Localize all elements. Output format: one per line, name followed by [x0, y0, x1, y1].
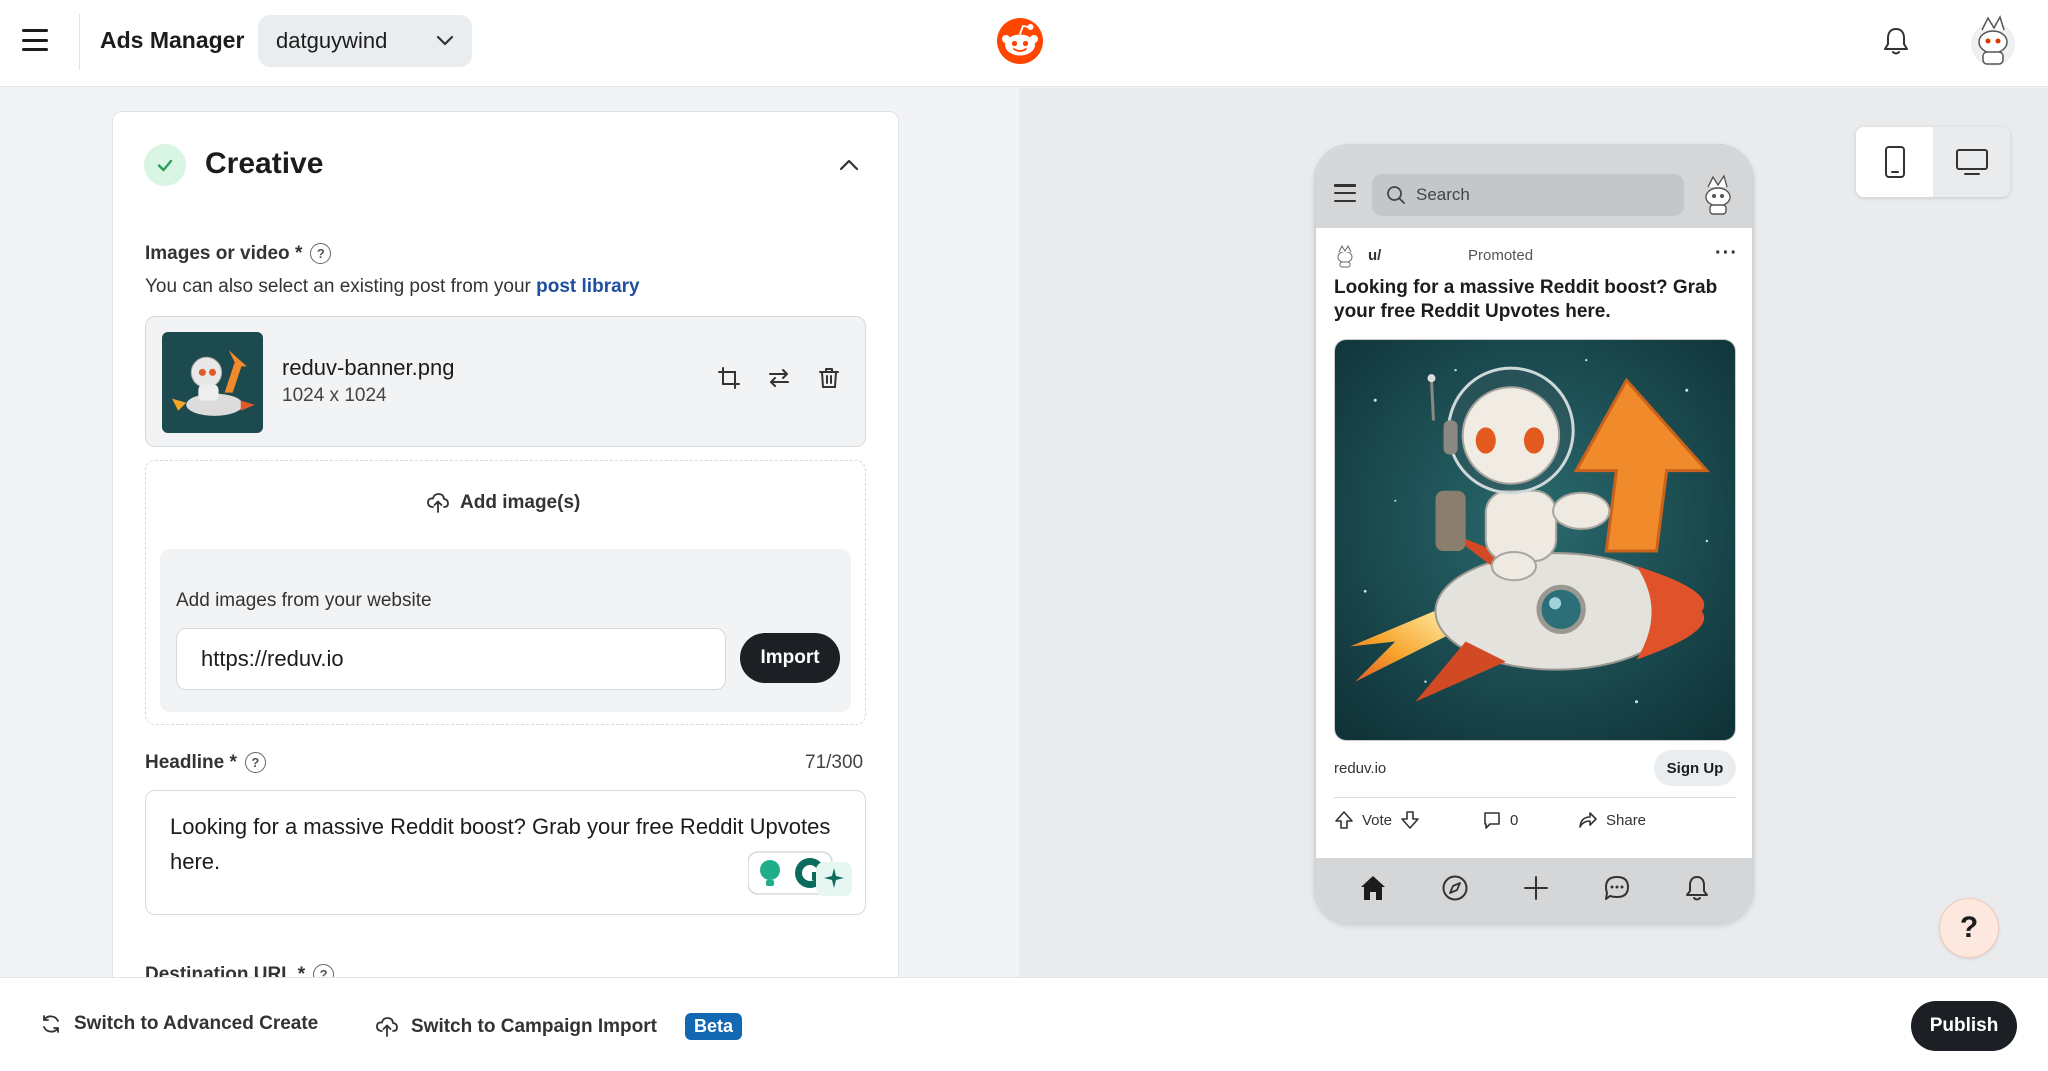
divider — [79, 14, 80, 70]
promoted-label: Promoted — [1468, 247, 1534, 264]
desktop-preview-icon[interactable] — [1933, 127, 2010, 197]
chevron-up-icon[interactable] — [836, 152, 862, 183]
avatar — [1698, 172, 1738, 216]
vote-control[interactable]: Vote — [1334, 810, 1420, 830]
post-library-link[interactable]: post library — [536, 276, 639, 297]
post-domain: reduv.io — [1334, 760, 1387, 777]
help-icon[interactable]: ? — [310, 243, 332, 265]
add-images-zone: Add image(s) Add images from your websit… — [145, 460, 866, 725]
help-icon[interactable]: ? — [244, 752, 266, 774]
menu-icon[interactable] — [22, 29, 48, 51]
more-options-icon[interactable]: ··· — [1715, 242, 1738, 265]
publish-button[interactable]: Publish — [1911, 1001, 2017, 1051]
post-user: u/ — [1368, 247, 1382, 264]
user-avatar — [1334, 244, 1356, 268]
bell-icon[interactable] — [1882, 26, 1910, 61]
device-toggle — [1856, 127, 2010, 197]
post-image — [1334, 339, 1736, 741]
campaign-import-label: Switch to Campaign Import — [411, 1015, 657, 1037]
images-label: Images or video *? — [145, 243, 332, 265]
post-meta: u/ Promoted ··· — [1334, 242, 1738, 268]
account-selector[interactable]: datguywind — [258, 15, 472, 67]
switch-advanced-create-button[interactable]: Switch to Advanced Create — [40, 1013, 318, 1035]
footer-bar: Switch to Advanced Create Switch to Camp… — [0, 977, 2048, 1071]
preview-header: Search — [1316, 146, 1752, 228]
website-import: Add images from your website Import — [160, 549, 851, 712]
help-button[interactable]: ? — [1939, 898, 1999, 958]
trash-icon[interactable] — [817, 366, 841, 395]
preview-bottom-nav — [1316, 858, 1752, 922]
vote-label: Vote — [1362, 811, 1393, 829]
search-icon — [1387, 186, 1405, 204]
divider — [1334, 797, 1736, 798]
home-icon — [1358, 874, 1388, 902]
writing-assistant-icon[interactable] — [747, 850, 854, 898]
import-button[interactable]: Import — [740, 633, 840, 683]
check-icon — [144, 144, 186, 186]
downvote-icon — [1401, 811, 1419, 829]
switch-campaign-import-button[interactable]: Switch to Campaign Import Beta — [375, 1013, 742, 1040]
post-actions: Vote 0 Share — [1334, 810, 1736, 840]
library-hint-text: You can also select an existing post fro… — [145, 276, 531, 297]
share-label: Share — [1606, 811, 1647, 829]
mobile-preview-icon[interactable] — [1856, 127, 1933, 197]
explore-icon — [1441, 874, 1469, 902]
notifications-icon — [1684, 874, 1710, 902]
comment-count: 0 — [1510, 811, 1519, 829]
post-title: Looking for a massive Reddit boost? Grab… — [1334, 277, 1718, 322]
chevron-down-icon — [434, 29, 456, 57]
images-label-text: Images or video * — [145, 243, 303, 264]
share-icon — [1579, 812, 1597, 828]
headline-counter: 71/300 — [805, 752, 864, 773]
share-control[interactable]: Share — [1578, 810, 1646, 830]
menu-icon — [1334, 184, 1356, 202]
create-icon — [1522, 874, 1550, 902]
reddit-logo[interactable] — [996, 17, 1044, 70]
headline-label: Headline *? — [145, 752, 266, 774]
file-dimensions: 1024 x 1024 — [282, 385, 387, 406]
file-name: reduv-banner.png — [282, 355, 455, 380]
app-title: Ads Manager — [100, 27, 245, 53]
avatar[interactable] — [1968, 12, 2018, 68]
uploaded-file: reduv-banner.png 1024 x 1024 — [145, 316, 866, 447]
mobile-preview: Search u/ Promoted ··· Looking for a mas… — [1314, 144, 1754, 924]
top-bar: Ads Manager datguywind — [0, 0, 2048, 87]
headline-label-text: Headline * — [145, 752, 237, 773]
upvote-icon — [1335, 811, 1353, 829]
library-hint: You can also select an existing post fro… — [145, 276, 640, 298]
comments-control[interactable]: 0 — [1482, 810, 1518, 830]
upload-icon — [427, 493, 449, 513]
preview-search: Search — [1372, 174, 1684, 216]
section-title: Creative — [205, 147, 324, 180]
file-thumbnail — [162, 332, 263, 433]
swap-icon[interactable] — [767, 366, 791, 395]
sign-up-button[interactable]: Sign Up — [1654, 750, 1736, 786]
add-images-button[interactable]: Add image(s) — [426, 491, 580, 515]
advanced-create-label: Switch to Advanced Create — [74, 1013, 319, 1034]
crop-icon[interactable] — [717, 366, 741, 395]
add-images-label: Add image(s) — [460, 492, 581, 513]
website-url-input[interactable] — [176, 628, 726, 690]
refresh-icon — [43, 1015, 59, 1033]
beta-badge: Beta — [684, 1013, 742, 1040]
search-placeholder: Search — [1416, 185, 1470, 204]
website-label: Add images from your website — [176, 590, 432, 611]
account-name: datguywind — [276, 28, 388, 53]
chat-icon — [1603, 874, 1631, 902]
comment-icon — [1484, 812, 1500, 829]
upload-icon — [376, 1016, 398, 1037]
